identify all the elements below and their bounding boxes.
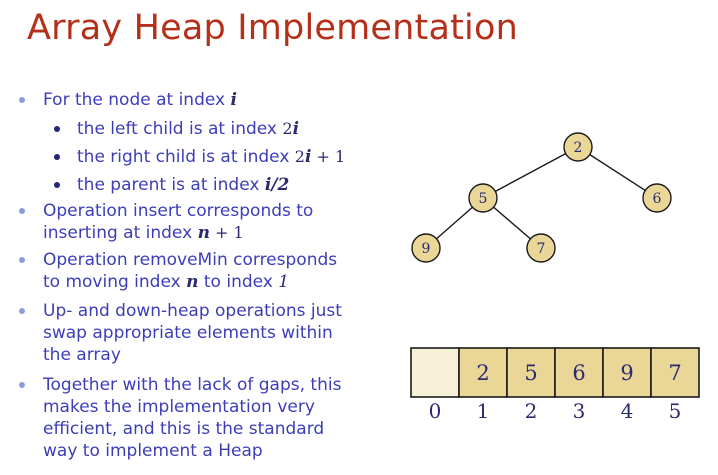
bullet-gaps-line4: way to implement a Heap [43, 441, 263, 461]
sub-bullet-left-child: the left child is at index 2i [77, 119, 300, 139]
tree-node-label: 6 [653, 191, 662, 207]
array-index-label: 0 [429, 399, 442, 423]
tree-edge [482, 146, 579, 199]
bullet-updown-line2: swap appropriate elements within [43, 323, 333, 343]
array-index-label: 3 [573, 399, 586, 423]
bullet-gaps-line3: efficient, and this is the standard [43, 419, 325, 439]
sub-bullet-parent: the parent is at index i/2 [77, 175, 290, 195]
tree-node-left: 5 [468, 183, 498, 213]
bullet-updown-line3: the array [43, 345, 121, 365]
bullet-list: For the node at index i the left child i… [0, 0, 400, 475]
tree-node-label: 7 [537, 241, 546, 257]
bullet-node-index: For the node at index i [43, 90, 237, 110]
tree-node-root: 2 [563, 132, 593, 162]
bullet-removemin-line2: to moving index n to index 1 [43, 272, 290, 292]
bullet-dot [19, 208, 25, 214]
array-cell-0 [410, 347, 460, 398]
sub-bullet-dot [54, 182, 60, 188]
sub-bullet-dot [54, 126, 60, 132]
array-cell-value: 7 [668, 361, 681, 385]
array-cell-value: 6 [572, 361, 585, 385]
tree-node-label: 9 [422, 241, 431, 257]
tree-node-left-right: 7 [526, 233, 556, 263]
sub-bullet-right-child: the right child is at index 2i + 1 [77, 147, 346, 167]
bullet-insert-line1: Operation insert corresponds to [43, 201, 314, 221]
bullet-gaps-line2: makes the implementation very [43, 397, 315, 417]
bullet-updown-line1: Up- and down-heap operations just [43, 301, 342, 321]
sub-bullet-dot [54, 154, 60, 160]
array-cell-value: 5 [524, 361, 537, 385]
array-cell-value: 2 [476, 361, 489, 385]
bullet-gaps-line1: Together with the lack of gaps, this [43, 375, 342, 395]
bullet-dot [19, 257, 25, 263]
heap-diagram: 2 5 6 9 7 0 2 1 5 2 6 3 9 4 7 5 [410, 132, 700, 423]
bullet-dot [19, 382, 25, 388]
tree-node-label: 2 [574, 140, 583, 156]
array-cell-value: 9 [620, 361, 633, 385]
bullet-insert-line2: inserting at index n + 1 [43, 223, 244, 243]
array-index-label: 2 [525, 399, 538, 423]
tree-node-label: 5 [479, 191, 488, 207]
array-index-label: 4 [621, 399, 634, 423]
bullet-dot [19, 308, 25, 314]
bullet-removemin-line1: Operation removeMin corresponds [43, 250, 338, 270]
tree-node-right: 6 [642, 183, 672, 213]
array-index-label: 1 [477, 399, 490, 423]
array-index-label: 5 [669, 399, 682, 423]
tree-node-left-left: 9 [411, 233, 441, 263]
bullet-dot [19, 97, 25, 103]
